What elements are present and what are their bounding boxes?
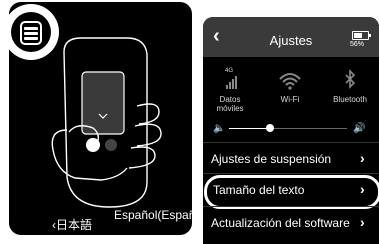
menu-item-sleep-settings[interactable]: Ajustes de suspensión ›	[203, 145, 379, 173]
quick-setting-wifi[interactable]: Wi-Fi	[265, 67, 315, 104]
signal-badge: 4G	[225, 68, 234, 74]
selection-highlight	[204, 175, 379, 209]
wifi-icon	[265, 67, 315, 95]
menu-icon	[11, 12, 51, 52]
bluetooth-icon	[325, 67, 375, 95]
menu-item-label: Ajustes de suspensión	[211, 152, 332, 166]
chevron-right-icon: ›	[360, 214, 365, 230]
device-illustration-panel: ‹日本語 Español(España) ›	[0, 0, 196, 244]
volume-slider[interactable]	[229, 128, 347, 129]
menu-item-label: Actualización del software	[211, 216, 350, 230]
volume-control: 🔈 🔊	[203, 119, 379, 139]
volume-slider-handle[interactable]	[266, 124, 274, 132]
battery-icon	[352, 31, 371, 40]
quick-setting-label: Bluetooth	[333, 95, 367, 104]
quick-setting-bluetooth[interactable]: Bluetooth	[325, 67, 375, 104]
settings-header: ‹ Ajustes 56%	[203, 17, 379, 57]
settings-screen: ‹ Ajustes 56% 4G Datos móviles Wi-Fi Blu…	[203, 17, 379, 244]
battery-percentage: 56%	[350, 41, 365, 48]
volume-high-icon: 🔊	[353, 123, 366, 134]
cellular-4g-icon: 4G	[205, 67, 255, 95]
language-selector[interactable]: ‹日本語 Español(España) ›	[18, 208, 192, 235]
language-current: Español(España)	[114, 208, 192, 222]
menu-item-software-update[interactable]: Actualización del software ›	[203, 209, 379, 237]
chevron-right-icon: ›	[360, 150, 365, 166]
quick-setting-label: Datos móviles	[216, 95, 244, 113]
quick-setting-mobile-data[interactable]: 4G Datos móviles	[205, 67, 255, 113]
language-prev[interactable]: ‹日本語	[52, 216, 92, 233]
quick-setting-label: Wi-Fi	[280, 95, 300, 104]
menu-button[interactable]	[3, 4, 59, 60]
volume-low-icon: 🔈	[213, 123, 226, 134]
